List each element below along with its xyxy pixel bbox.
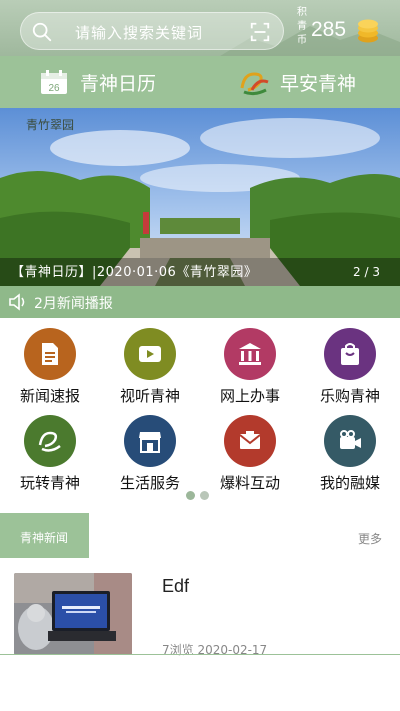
banner-corner-text: 青竹翠园 — [26, 118, 75, 132]
broadcast-label: 2月新闻播报 — [34, 296, 113, 312]
grid-item-circle — [224, 328, 276, 380]
government-building-icon — [239, 343, 261, 365]
shopping-bag-icon — [341, 343, 359, 365]
divider — [0, 654, 400, 655]
grid-item-circle — [224, 415, 276, 467]
search-input[interactable]: 请输入搜索关键词 — [75, 22, 203, 43]
grid-item-tipoff[interactable]: 爆料互动 — [200, 415, 300, 495]
grid-item-label: 视听青神 — [119, 387, 180, 405]
banner-caption: 【青神日历】|2020·01·06《青竹翠园》 — [11, 265, 258, 280]
section-tab-qingshen-news[interactable]: 青神新闻 — [0, 513, 89, 558]
grid-item-circle — [324, 328, 376, 380]
banner-pager: 2 / 3 — [353, 265, 380, 279]
page-dot-1[interactable] — [186, 491, 195, 500]
qingshen-logo-icon — [38, 431, 61, 452]
news-document-icon — [42, 343, 58, 365]
grid-item-label: 网上办事 — [219, 387, 280, 405]
grid-item-circle — [324, 415, 376, 467]
points-label: 积青币 — [297, 7, 307, 46]
news-meta: 7浏览 2020-02-17 — [162, 643, 268, 657]
grid-item-circle — [24, 328, 76, 380]
grid-item-my-media[interactable]: 我的融媒 — [300, 415, 400, 495]
grid-item-shopping[interactable]: 乐购青神 — [300, 328, 400, 408]
quick-tab-calendar-label: 青神日历 — [80, 73, 157, 95]
grid-item-label: 爆料互动 — [219, 474, 280, 492]
page-dot-2[interactable] — [200, 491, 209, 500]
grid-item-video[interactable]: 视听青神 — [100, 328, 200, 408]
grid-page-indicator — [186, 485, 214, 504]
quick-tabs: 26 青神日历 早安青神 — [0, 56, 400, 108]
search-icon[interactable] — [31, 21, 53, 43]
points-value[interactable]: 285 — [311, 18, 346, 42]
coin-stack-icon[interactable] — [355, 18, 381, 44]
grid-item-news-flash[interactable]: 新闻速报 — [0, 328, 100, 408]
grid-item-label: 我的融媒 — [319, 474, 380, 492]
grid-item-label: 乐购青神 — [319, 387, 380, 405]
grid-item-label: 新闻速报 — [19, 387, 80, 405]
top-header: 请输入搜索关键词 积青币 285 — [0, 0, 400, 56]
news-broadcast-bar[interactable]: 2月新闻播报 — [0, 286, 400, 318]
grid-item-circle — [124, 415, 176, 467]
calendar-day: 26 — [48, 83, 60, 94]
quick-tab-morning-label: 早安青神 — [280, 73, 357, 95]
video-play-icon — [139, 346, 161, 362]
video-camera-icon — [340, 430, 361, 449]
storefront-icon — [139, 432, 161, 453]
banner-carousel[interactable]: 青竹翠园 【青神日历】|2020·01·06《青竹翠园》 2 / 3 — [0, 108, 400, 286]
mail-envelope-icon — [239, 431, 261, 449]
more-link[interactable]: 更多 — [358, 530, 382, 547]
news-title: Edf — [162, 576, 190, 596]
grid-item-label: 生活服务 — [119, 474, 180, 492]
grid-item-online-affairs[interactable]: 网上办事 — [200, 328, 300, 408]
news-thumbnail — [14, 573, 132, 655]
search-bar[interactable]: 请输入搜索关键词 — [20, 12, 284, 50]
grid-item-life-services[interactable]: 生活服务 — [100, 415, 200, 495]
grid-item-explore[interactable]: 玩转青神 — [0, 415, 100, 495]
calendar-icon: 26 — [41, 70, 67, 94]
scan-icon[interactable] — [249, 21, 271, 43]
grid-item-label: 玩转青神 — [19, 474, 80, 492]
qingshen-logo-icon — [240, 72, 269, 96]
grid-item-circle — [124, 328, 176, 380]
grid-item-circle — [24, 415, 76, 467]
speaker-icon — [9, 293, 25, 311]
